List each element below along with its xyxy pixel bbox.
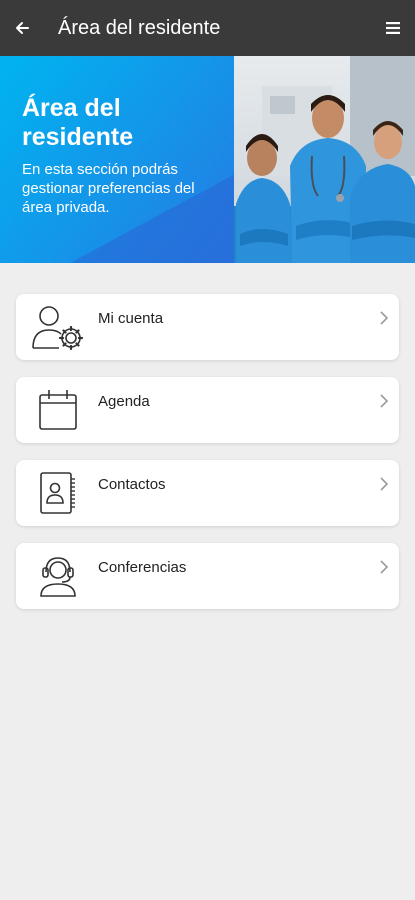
menu-button[interactable]: [371, 0, 415, 56]
contact-book-icon: [16, 460, 98, 526]
hero-banner: Área del residente En esta sección podrá…: [0, 56, 415, 263]
menu-item-conferencias[interactable]: Conferencias: [16, 543, 399, 609]
hero-subtitle: En esta sección podrás gestionar prefere…: [22, 161, 195, 216]
menu-item-agenda[interactable]: Agenda: [16, 377, 399, 443]
calendar-icon: [16, 377, 98, 443]
arrow-left-icon: [16, 22, 29, 34]
menu-item-label: Agenda: [98, 392, 150, 410]
menu-item-label: Conferencias: [98, 558, 187, 576]
menu-item-label: Contactos: [98, 475, 166, 493]
hero-text: Área del residente En esta sección podrá…: [22, 94, 222, 217]
chevron-right-icon: [369, 451, 399, 517]
menu-list: Mi cuenta Agenda Contactos Conferencias: [16, 294, 399, 626]
menu-item-label: Mi cuenta: [98, 309, 164, 327]
hero-title-line1: Área del: [22, 94, 121, 122]
chevron-right-icon: [369, 368, 399, 434]
app-bar: Área del residente: [0, 0, 415, 56]
hero-title-line2: residente: [22, 123, 134, 151]
user-settings-icon: [16, 294, 98, 360]
headset-user-icon: [16, 543, 98, 609]
chevron-right-icon: [369, 534, 399, 600]
chevron-right-icon: [369, 285, 399, 351]
hamburger-menu-icon: [386, 22, 400, 34]
page-title: Área del residente: [58, 16, 221, 39]
menu-item-contactos[interactable]: Contactos: [16, 460, 399, 526]
menu-item-mi-cuenta[interactable]: Mi cuenta: [16, 294, 399, 360]
back-button[interactable]: [0, 0, 44, 56]
